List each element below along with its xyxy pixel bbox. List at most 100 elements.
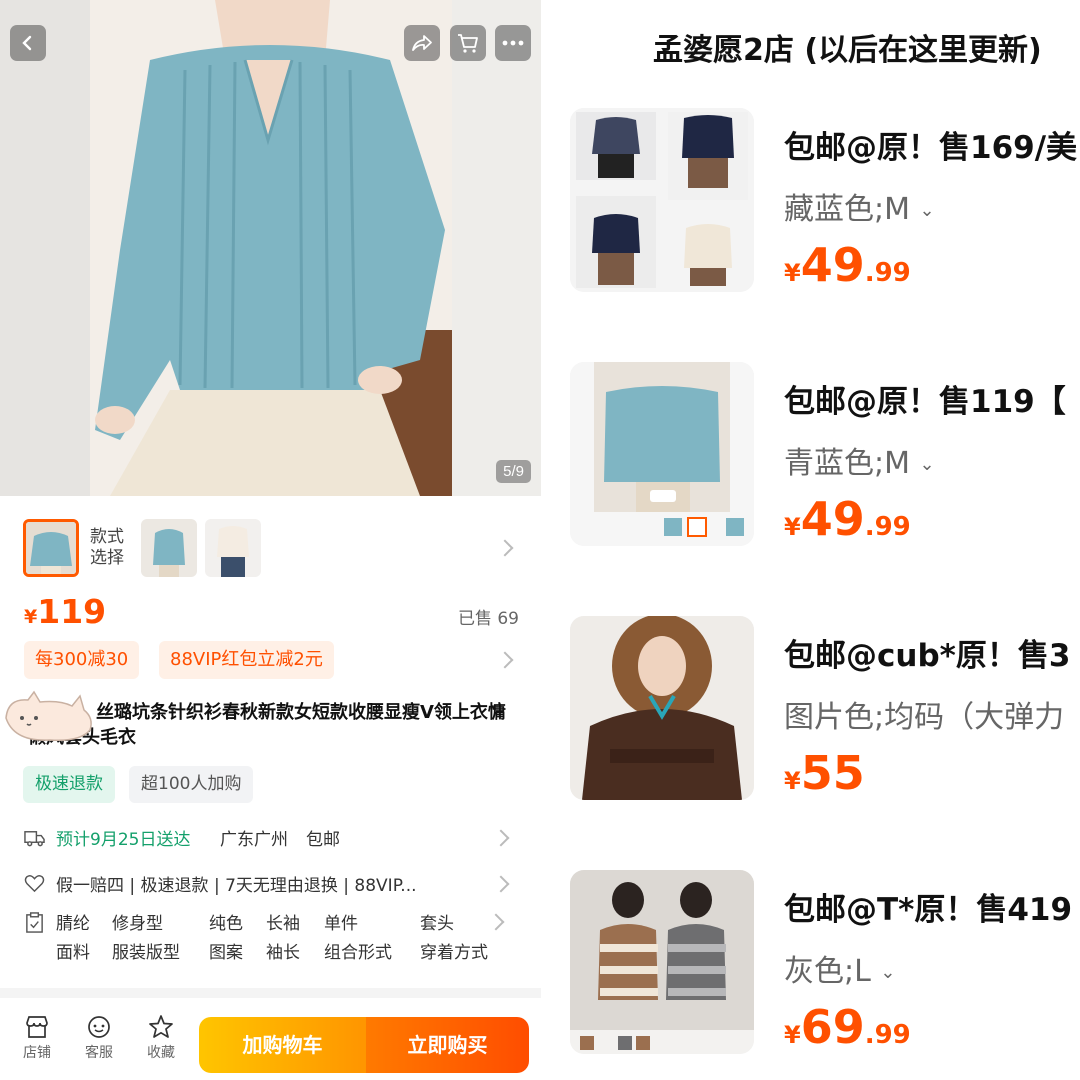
clipboard-icon bbox=[26, 912, 43, 933]
price-integer: 69 bbox=[800, 1000, 865, 1054]
share-icon[interactable] bbox=[404, 25, 440, 61]
property-value: 套头 bbox=[420, 914, 454, 934]
property-value: 修身型 bbox=[112, 914, 163, 934]
promo-badge[interactable]: 每300减30 bbox=[24, 641, 140, 679]
property-value: 长袖 bbox=[266, 914, 300, 934]
property-item: 腈纶 面料 bbox=[56, 910, 90, 968]
style-thumb-selected[interactable] bbox=[23, 519, 79, 577]
guarantee-text: 假一赔四 | 极速退款 | 7天无理由退换 | 88VIP... bbox=[56, 876, 417, 896]
item-spec-selector[interactable]: 青蓝色;M ⌄ bbox=[784, 438, 935, 482]
list-item[interactable]: 包邮@原！售119【 青蓝色;M ⌄ ¥49.99 bbox=[570, 362, 1080, 552]
customer-service-icon bbox=[88, 1016, 110, 1038]
chevron-down-icon: ⌄ bbox=[919, 200, 935, 221]
shipping-eta: 预计9月25日送达 bbox=[56, 830, 191, 850]
item-spec-text: 图片色;均码（大弹力 bbox=[784, 700, 1065, 735]
popularity-tag: 超100人加购 bbox=[129, 766, 254, 803]
product-image-carousel[interactable]: 5/9 bbox=[0, 0, 541, 496]
truck-icon bbox=[24, 831, 45, 847]
star-icon bbox=[149, 1015, 173, 1038]
item-spec-selector[interactable]: 图片色;均码（大弹力 bbox=[784, 692, 1064, 736]
shop-button[interactable]: 店铺 bbox=[12, 1014, 62, 1062]
chevron-right-icon bbox=[492, 875, 510, 893]
back-icon[interactable] bbox=[10, 25, 46, 61]
buy-now-button[interactable]: 立即购买 bbox=[366, 1017, 529, 1073]
item-spec-selector[interactable]: 灰色;L ⌄ bbox=[784, 946, 895, 990]
section-divider bbox=[0, 988, 541, 998]
more-icon[interactable] bbox=[495, 25, 531, 61]
shop-items-panel: 孟婆愿2店 (以后在这里更新) 包邮@原！售169/美 藏蓝色;M ⌄ ¥49.… bbox=[541, 0, 1080, 1080]
product-photo bbox=[0, 0, 541, 496]
property-item: 单件 组合形式 bbox=[324, 910, 392, 968]
property-name: 袖长 bbox=[266, 943, 300, 963]
property-item: 套头 穿着方式 bbox=[420, 910, 490, 968]
chevron-right-icon bbox=[487, 913, 505, 931]
shipping-fee: 包邮 bbox=[306, 830, 340, 850]
price-currency: ¥ bbox=[784, 767, 801, 795]
item-thumbnail[interactable] bbox=[570, 616, 754, 800]
item-price: ¥55 bbox=[784, 746, 865, 800]
property-name: 穿着方式 bbox=[420, 943, 488, 963]
shop-label: 店铺 bbox=[23, 1045, 51, 1061]
chevron-right-icon bbox=[492, 829, 510, 847]
fast-refund-tag: 极速退款 bbox=[23, 766, 115, 803]
price-integer: 49 bbox=[800, 492, 865, 546]
shop-title: 孟婆愿2店 (以后在这里更新) bbox=[653, 33, 1042, 68]
price-currency: ¥ bbox=[24, 606, 38, 628]
property-name: 组合形式 bbox=[324, 943, 392, 963]
item-title: 包邮@cub*原！售3 bbox=[784, 638, 1071, 674]
chevron-down-icon: ⌄ bbox=[880, 962, 896, 983]
customer-service-label: 客服 bbox=[85, 1045, 113, 1061]
price-decimal: .99 bbox=[864, 512, 911, 542]
item-price: ¥49.99 bbox=[784, 238, 911, 292]
price-currency: ¥ bbox=[784, 1021, 801, 1049]
chevron-right-icon bbox=[496, 651, 514, 669]
item-title: 包邮@T*原！售419 bbox=[784, 892, 1073, 928]
chevron-right-icon bbox=[496, 539, 514, 557]
price-decimal: .99 bbox=[864, 258, 911, 288]
property-item: 修身型 服装版型 bbox=[112, 910, 180, 968]
property-value: 腈纶 bbox=[56, 914, 90, 934]
favorite-label: 收藏 bbox=[147, 1045, 175, 1061]
item-spec-text: 青蓝色;M bbox=[784, 446, 910, 481]
item-spec-selector[interactable]: 藏蓝色;M ⌄ bbox=[784, 184, 935, 228]
price-currency: ¥ bbox=[784, 513, 801, 541]
price-integer: 55 bbox=[800, 746, 865, 800]
guarantee-row[interactable]: 假一赔四 | 极速退款 | 7天无理由退换 | 88VIP... bbox=[24, 870, 519, 898]
cart-icon[interactable] bbox=[450, 25, 486, 61]
image-counter: 5/9 bbox=[496, 460, 531, 483]
shipping-row[interactable]: 预计9月25日送达 广东广州 包邮 bbox=[24, 824, 519, 852]
property-value: 纯色 bbox=[209, 914, 243, 934]
price-amount: 119 bbox=[37, 592, 107, 631]
style-selector[interactable]: 款式选择 bbox=[0, 506, 541, 592]
style-thumb[interactable] bbox=[141, 519, 197, 577]
item-thumbnail[interactable] bbox=[570, 108, 754, 292]
heart-icon bbox=[24, 875, 45, 893]
add-to-cart-button[interactable]: 加购物车 bbox=[199, 1017, 366, 1073]
favorite-button[interactable]: 收藏 bbox=[136, 1014, 186, 1062]
list-item[interactable]: 包邮@T*原！售419 灰色;L ⌄ ¥69.99 bbox=[570, 870, 1080, 1060]
list-item[interactable]: 包邮@cub*原！售3 图片色;均码（大弹力 ¥55 bbox=[570, 616, 1080, 806]
list-item[interactable]: 包邮@原！售169/美 藏蓝色;M ⌄ ¥49.99 bbox=[570, 108, 1080, 298]
price-row: ¥119 已售 69 bbox=[24, 592, 519, 632]
item-spec-text: 藏蓝色;M bbox=[784, 192, 910, 227]
style-thumb[interactable] bbox=[205, 519, 261, 577]
item-price: ¥69.99 bbox=[784, 1000, 911, 1054]
price-integer: 49 bbox=[800, 238, 865, 292]
price-currency: ¥ bbox=[784, 259, 801, 287]
item-title: 包邮@原！售119【 bbox=[784, 384, 1066, 420]
property-item: 纯色 图案 bbox=[209, 910, 243, 968]
properties-row[interactable]: 腈纶面料 修身型 服装版型 纯色 图案 长袖袖长 单件组合形式 套头穿着方式 bbox=[24, 910, 514, 970]
promo-badge[interactable]: 88VIP红包立减2元 bbox=[159, 641, 334, 679]
property-item: 长袖 袖长 bbox=[266, 910, 300, 968]
customer-service-button[interactable]: 客服 bbox=[74, 1014, 124, 1062]
sold-count: 已售 69 bbox=[457, 609, 519, 629]
property-name: 面料 bbox=[56, 943, 90, 963]
price-decimal: .99 bbox=[864, 1020, 911, 1050]
bottom-action-bar: 店铺 客服 收藏 加购物车 立即购买 bbox=[0, 1006, 541, 1080]
property-value: 单件 bbox=[324, 914, 358, 934]
product-title-text: 丝璐坑条针织衫春秋新款女短款收腰显瘦V领上衣慵懒风套头毛衣 bbox=[28, 702, 506, 748]
item-thumbnail[interactable] bbox=[570, 870, 754, 1054]
item-spec-text: 灰色;L bbox=[784, 954, 871, 989]
product-detail-panel: 5/9 款式选择 ¥119 已售 69 每300减30 88VIP红包立减2元 … bbox=[0, 0, 541, 1080]
item-thumbnail[interactable] bbox=[570, 362, 754, 546]
